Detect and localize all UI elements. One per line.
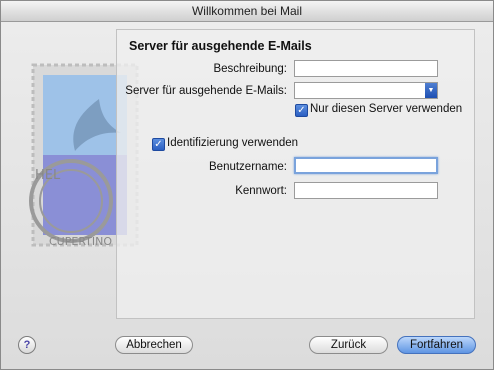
title-bar[interactable]: Willkommen bei Mail <box>1 1 493 22</box>
stamp-text-bottom: CUPERTINO <box>49 235 112 248</box>
cancel-button[interactable]: Abbrechen <box>115 336 193 354</box>
password-field[interactable] <box>294 182 438 199</box>
page-title: Server für ausgehende E-Mails <box>129 39 312 53</box>
window-title: Willkommen bei Mail <box>191 4 303 18</box>
description-label: Beschreibung: <box>213 63 287 75</box>
only-this-server-label: Nur diesen Server verwenden <box>310 103 463 115</box>
username-label: Benutzername: <box>209 161 287 173</box>
auth-checkbox[interactable]: ✓ <box>152 138 165 151</box>
chevron-down-icon[interactable]: ▼ <box>425 83 437 98</box>
server-combobox[interactable]: ▼ <box>294 82 438 99</box>
description-field[interactable] <box>294 60 438 77</box>
continue-button[interactable]: Fortfahren <box>397 336 476 354</box>
stamp-text-top: HEL <box>35 168 61 183</box>
help-button[interactable]: ? <box>18 336 36 354</box>
username-field[interactable] <box>294 157 438 174</box>
password-label: Kennwort: <box>235 185 287 197</box>
back-button[interactable]: Zurück <box>309 336 388 354</box>
auth-label: Identifizierung verwenden <box>167 137 299 149</box>
question-icon: ? <box>23 339 31 351</box>
setup-window: Willkommen bei Mail HEL CUPERTINO Server… <box>0 0 494 370</box>
only-this-server-checkbox[interactable]: ✓ <box>295 104 308 117</box>
server-label: Server für ausgehende E-Mails: <box>125 85 287 97</box>
